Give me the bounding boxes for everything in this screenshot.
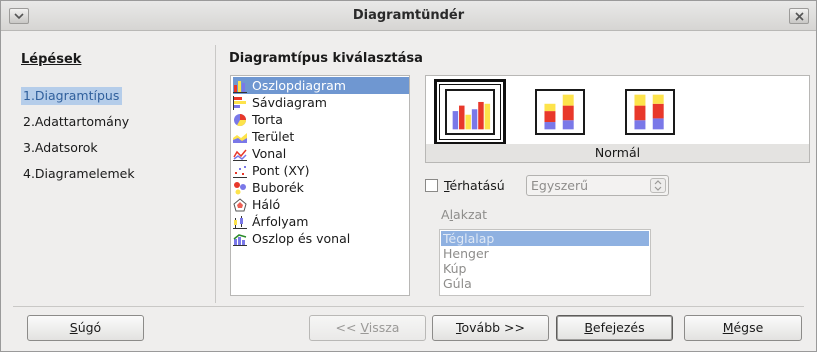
chart-type-item[interactable]: Sávdiagram (233, 94, 331, 111)
spin-arrows-icon (650, 178, 666, 193)
steps-panel: Lépések 1.Diagramtípus 2.Adattartomány 3… (17, 45, 203, 301)
chart-type-label: Pont (XY) (252, 163, 310, 178)
scatter-chart-icon (233, 165, 247, 178)
shape-item[interactable]: Kúp (441, 261, 466, 276)
pie-chart-icon (234, 113, 246, 126)
chart-type-item[interactable]: Háló (233, 196, 284, 213)
chart-type-label: Háló (252, 197, 281, 212)
window-title: Diagramtündér (352, 8, 465, 23)
chart-type-label: Buborék (252, 180, 304, 195)
stock-chart-icon (233, 215, 247, 229)
chart-type-item[interactable]: Terület (233, 128, 298, 145)
variant-caption: Normál (426, 144, 809, 162)
shape-item[interactable]: Téglalap (441, 231, 649, 246)
section-heading: Diagramtípus kiválasztása (229, 51, 423, 66)
cancel-button[interactable]: Mégse (684, 315, 802, 341)
shape-item[interactable]: Henger (441, 246, 489, 261)
normal-column-icon (445, 89, 495, 135)
variant-percent-stacked[interactable] (614, 79, 686, 145)
bar-chart-icon (233, 95, 246, 110)
three-d-scheme-value: Egyszerű (531, 178, 589, 193)
line-chart-icon (233, 149, 247, 161)
steps-divider (215, 45, 216, 303)
three-d-label-text: érhatású (449, 178, 505, 193)
net-chart-icon (233, 197, 247, 211)
three-d-checkbox[interactable] (425, 179, 438, 192)
step-data-range[interactable]: 2.Adattartomány (21, 113, 131, 131)
three-d-label: Térhatású (444, 178, 505, 193)
three-d-scheme-select[interactable]: Egyszerű (526, 175, 669, 196)
chart-type-label: Oszlop és vonal (252, 231, 351, 246)
chart-type-label: Oszlopdiagram (252, 78, 346, 93)
chart-type-item[interactable]: Torta (233, 111, 287, 128)
chart-type-item[interactable]: Vonal (233, 145, 290, 162)
chart-type-item[interactable]: Oszlopdiagram (233, 77, 409, 94)
area-chart-icon (233, 132, 247, 143)
step-chart-elements[interactable]: 4.Diagramelemek (21, 165, 137, 183)
next-button[interactable]: Tovább >> (432, 315, 549, 341)
percent-stacked-column-icon (625, 89, 675, 135)
chart-type-label: Torta (252, 112, 283, 127)
step-chart-type[interactable]: 1.Diagramtípus (21, 87, 122, 105)
chart-type-item[interactable]: Árfolyam (233, 213, 312, 230)
chart-type-label: Terület (252, 129, 295, 144)
close-icon (794, 11, 804, 21)
chart-type-item[interactable]: Oszlop és vonal (233, 230, 354, 247)
chart-type-item[interactable]: Buborék (233, 179, 308, 196)
variant-stacked[interactable] (524, 79, 596, 145)
chart-type-label: Árfolyam (252, 214, 309, 229)
button-bar-separator (13, 306, 804, 307)
chart-type-label: Sávdiagram (252, 95, 327, 110)
chart-type-list[interactable]: Oszlopdiagram Sávdiagram Torta Terület V… (230, 75, 410, 296)
title-bar: Diagramtündér (1, 1, 816, 31)
bubble-chart-icon (234, 181, 246, 194)
shape-label: Alakzat (441, 207, 488, 222)
step-data-series[interactable]: 3.Adatsorok (21, 139, 100, 157)
column-line-chart-icon (233, 233, 247, 246)
help-button[interactable]: Súgó (27, 315, 144, 341)
shape-list[interactable]: Téglalap Henger Kúp Gúla (439, 229, 651, 296)
stacked-column-icon (535, 89, 585, 135)
chart-type-label: Vonal (252, 146, 287, 161)
close-button[interactable] (789, 8, 809, 24)
column-chart-icon (233, 80, 247, 93)
variant-normal[interactable] (434, 79, 506, 145)
finish-button[interactable]: Befejezés (556, 315, 673, 341)
back-button[interactable]: << Vissza (309, 315, 426, 341)
chart-wizard-dialog: Diagramtündér Lépések 1.Diagramtípus 2.A… (0, 0, 817, 352)
chart-type-item[interactable]: Pont (XY) (233, 162, 314, 179)
chart-variant-panel: Normál (425, 75, 810, 163)
steps-heading: Lépések (21, 52, 82, 67)
shape-item[interactable]: Gúla (441, 276, 472, 291)
